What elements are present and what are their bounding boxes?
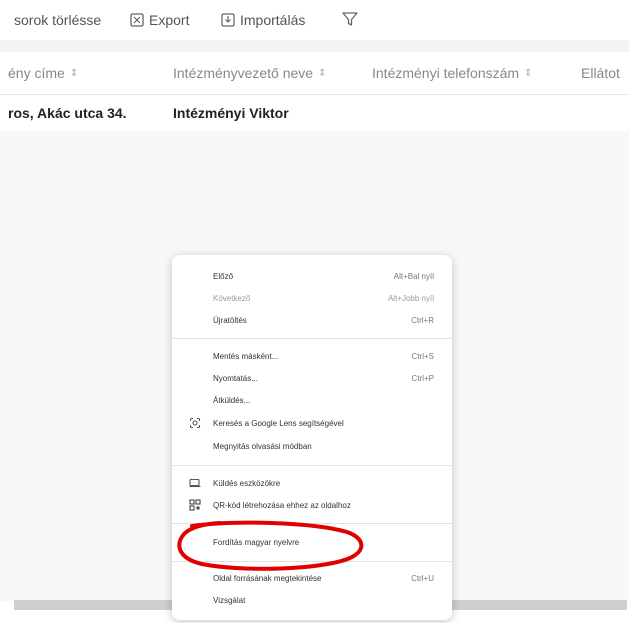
- menu-item-label: QR-kód létrehozása ehhez az oldalhoz: [213, 500, 351, 510]
- menu-item-shortcut: Ctrl+P: [411, 373, 434, 383]
- filter-button[interactable]: [341, 0, 359, 40]
- menu-divider: [172, 465, 452, 466]
- qr-code-icon: [188, 498, 202, 512]
- cell-text: ros, Akác utca 34.: [8, 105, 127, 121]
- sort-icon: ⇕: [524, 67, 533, 79]
- menu-item-label: Átküldés...: [213, 395, 251, 405]
- sort-icon: ⇕: [318, 67, 327, 79]
- menu-item-label: Következő: [213, 293, 251, 303]
- import-icon: [220, 12, 236, 28]
- column-header-label: Intézményi telefonszám: [372, 65, 520, 81]
- table-row[interactable]: ros, Akác utca 34. Intézményi Viktor: [0, 95, 629, 131]
- menu-divider: [172, 338, 452, 339]
- toolbar-separator: [0, 40, 629, 52]
- menu-item-label: Előző: [213, 271, 234, 281]
- table-header: ény címe ⇕ Intézményvezető neve ⇕ Intézmén…: [0, 52, 629, 95]
- column-header-label: ény címe: [8, 65, 65, 81]
- menu-item-label: Mentés másként...: [213, 351, 279, 361]
- menu-item-google-lens[interactable]: Keresés a Google Lens segítségével: [172, 412, 452, 434]
- menu-item-label: Újratöltés: [213, 315, 247, 325]
- cell-text: Intézményi Viktor: [173, 105, 289, 121]
- menu-item-label: Nyomtatás...: [213, 373, 258, 383]
- send-to-devices-icon: [188, 476, 202, 490]
- menu-item-reading-mode[interactable]: Megnyitás olvasási módban: [172, 435, 452, 457]
- menu-item-shortcut: Alt+Jobb nyíl: [387, 293, 434, 303]
- filter-icon: [341, 10, 359, 31]
- menu-item-forward[interactable]: Következő Alt+Jobb nyíl: [172, 287, 452, 309]
- menu-item-shortcut: Ctrl+S: [411, 351, 434, 361]
- column-header-ellatott[interactable]: Ellátot: [581, 52, 620, 94]
- menu-item-send-to-devices[interactable]: Küldés eszközökre: [172, 472, 452, 494]
- menu-item-inspect[interactable]: Vizsgálat: [172, 589, 452, 611]
- export-button[interactable]: Export: [129, 0, 189, 40]
- menu-item-reload[interactable]: Újratöltés Ctrl+R: [172, 309, 452, 331]
- menu-item-qr-code[interactable]: QR-kód létrehozása ehhez az oldalhoz: [172, 494, 452, 516]
- google-lens-icon: [188, 416, 202, 430]
- cell-director: Intézményi Viktor: [173, 95, 289, 131]
- column-header-director[interactable]: Intézményvezető neve ⇕: [173, 52, 326, 94]
- column-header-address[interactable]: ény címe ⇕: [8, 52, 78, 94]
- menu-item-label: Megnyitás olvasási módban: [213, 441, 312, 451]
- export-label: Export: [149, 12, 190, 28]
- red-annotation-circle: [177, 520, 364, 571]
- menu-item-label: Küldés eszközökre: [213, 478, 281, 488]
- menu-item-print[interactable]: Nyomtatás... Ctrl+P: [172, 367, 452, 389]
- menu-item-label: Vizsgálat: [213, 595, 246, 605]
- column-header-label: Intézményvezető neve: [173, 65, 314, 81]
- export-icon: [129, 12, 145, 28]
- menu-item-shortcut: Ctrl+R: [411, 315, 434, 325]
- menu-item-shortcut: Alt+Bal nyíl: [393, 271, 434, 281]
- import-label: Importálás: [240, 12, 306, 28]
- column-header-phone[interactable]: Intézményi telefonszám ⇕: [372, 52, 532, 94]
- menu-item-save-as[interactable]: Mentés másként... Ctrl+S: [172, 345, 452, 367]
- menu-item-label: Keresés a Google Lens segítségével: [213, 418, 344, 428]
- import-button[interactable]: Importálás: [220, 0, 305, 40]
- column-header-label: Ellátot: [581, 65, 620, 81]
- menu-item-cast[interactable]: Átküldés...: [172, 389, 452, 411]
- toolbar: sorok törlésse Export Importálás: [0, 0, 629, 40]
- delete-rows-label: sorok törlésse: [14, 12, 102, 28]
- cell-address: ros, Akác utca 34.: [8, 95, 127, 131]
- delete-rows-button[interactable]: sorok törlésse: [14, 0, 101, 40]
- menu-item-back[interactable]: Előző Alt+Bal nyíl: [172, 265, 452, 287]
- sort-icon: ⇕: [69, 67, 79, 79]
- menu-item-shortcut: Ctrl+U: [411, 573, 434, 583]
